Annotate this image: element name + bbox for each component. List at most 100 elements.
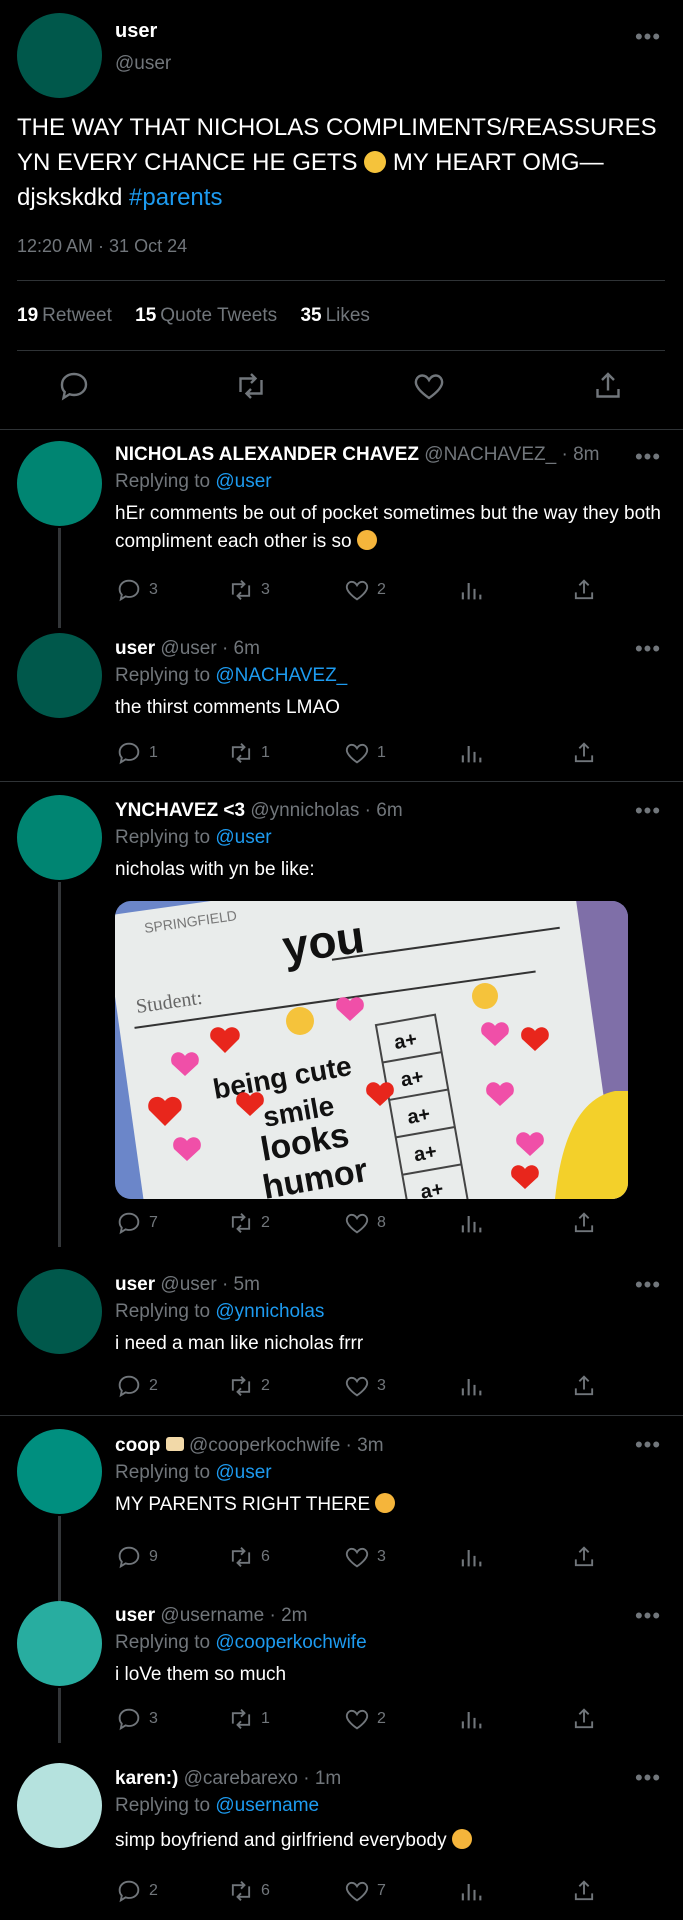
action-bar: 1 1 1 bbox=[115, 738, 605, 768]
retweet-button[interactable]: 3 bbox=[227, 575, 270, 605]
analytics-button[interactable] bbox=[457, 1876, 491, 1906]
like-button[interactable]: 2 bbox=[343, 1704, 386, 1734]
meme-grade: a+ bbox=[406, 1103, 432, 1129]
replying-prefix: Replying to bbox=[115, 1301, 211, 1322]
author-name[interactable]: NICHOLAS ALEXANDER CHAVEZ bbox=[115, 444, 419, 465]
author-handle[interactable]: @NACHAVEZ_ · 8m bbox=[424, 444, 599, 465]
like-count: 8 bbox=[377, 1214, 386, 1231]
author-name[interactable]: user bbox=[115, 638, 155, 659]
more-options-icon[interactable]: ••• bbox=[633, 1274, 663, 1300]
reply-button[interactable]: 3 bbox=[115, 575, 158, 605]
share-button[interactable] bbox=[570, 1542, 604, 1572]
reply-button[interactable]: 2 bbox=[115, 1371, 158, 1401]
like-button[interactable]: 7 bbox=[343, 1876, 386, 1906]
more-options-icon[interactable]: ••• bbox=[633, 1434, 663, 1460]
like-button[interactable]: 2 bbox=[343, 575, 386, 605]
author-handle[interactable]: @ynnicholas · 6m bbox=[250, 800, 402, 821]
analytics-button[interactable] bbox=[457, 1542, 491, 1572]
replying-to-link[interactable]: @username bbox=[215, 1795, 319, 1816]
more-options-icon[interactable]: ••• bbox=[633, 1767, 663, 1793]
retweet-count[interactable]: 19 bbox=[17, 305, 38, 326]
replying-to-link[interactable]: @cooperkochwife bbox=[215, 1632, 366, 1653]
retweet-button[interactable]: 6 bbox=[227, 1542, 270, 1572]
author-handle[interactable]: @user · 6m bbox=[160, 638, 260, 659]
analytics-button[interactable] bbox=[457, 1371, 491, 1401]
more-options-icon[interactable]: ••• bbox=[633, 446, 663, 472]
analytics-button[interactable] bbox=[457, 1704, 491, 1734]
tweet-timestamp[interactable]: 12:20 AM · 31 Oct 24 bbox=[17, 236, 187, 257]
reply-icon bbox=[118, 742, 140, 765]
share-button[interactable] bbox=[570, 1704, 604, 1734]
reply-header: user @username · 2m bbox=[115, 1605, 307, 1627]
retweet-button[interactable]: 2 bbox=[227, 1371, 270, 1401]
reply-tweet[interactable]: user @user · 6m ••• Replying to @NACHAVE… bbox=[0, 622, 683, 782]
author-handle[interactable]: @username · 2m bbox=[160, 1605, 307, 1626]
avatar[interactable] bbox=[17, 1601, 102, 1686]
reply-button[interactable]: 2 bbox=[115, 1876, 158, 1906]
retweet-button[interactable]: 1 bbox=[227, 738, 270, 768]
avatar[interactable] bbox=[17, 1763, 102, 1848]
more-options-icon[interactable]: ••• bbox=[633, 1605, 663, 1631]
avatar[interactable] bbox=[17, 633, 102, 718]
avatar[interactable] bbox=[17, 1269, 102, 1354]
meme-image[interactable]: SPRINGFIELD you Student: being cute smil… bbox=[115, 901, 628, 1199]
author-handle[interactable]: @user · 5m bbox=[160, 1274, 260, 1295]
retweet-label[interactable]: Retweet bbox=[42, 305, 112, 326]
more-options-icon[interactable]: ••• bbox=[633, 26, 663, 52]
share-button[interactable] bbox=[570, 1208, 604, 1238]
like-count[interactable]: 35 bbox=[300, 305, 321, 326]
quote-count[interactable]: 15 bbox=[135, 305, 156, 326]
quote-label[interactable]: Quote Tweets bbox=[160, 305, 277, 326]
author-name[interactable]: YNCHAVEZ <3 bbox=[115, 800, 245, 821]
replying-to-link[interactable]: @ynnicholas bbox=[215, 1301, 324, 1322]
author-name[interactable]: karen:) bbox=[115, 1768, 178, 1789]
reply-button[interactable]: 7 bbox=[115, 1208, 158, 1238]
retweet-button[interactable]: 2 bbox=[227, 1208, 270, 1238]
share-button[interactable] bbox=[570, 738, 604, 768]
analytics-button[interactable] bbox=[457, 1208, 491, 1238]
author-handle[interactable]: @cooperkochwife · 3m bbox=[189, 1435, 384, 1456]
like-button[interactable]: 8 bbox=[343, 1208, 386, 1238]
replying-to-link[interactable]: @user bbox=[215, 471, 271, 492]
like-button[interactable]: 1 bbox=[343, 738, 386, 768]
reply-tweet[interactable]: karen:) @carebarexo · 1m ••• Replying to… bbox=[0, 1745, 683, 1920]
reply-button[interactable]: 9 bbox=[115, 1542, 158, 1572]
retweet-icon[interactable] bbox=[233, 368, 269, 404]
reply-tweet[interactable]: user @username · 2m ••• Replying to @coo… bbox=[0, 1583, 683, 1748]
reply-button[interactable]: 3 bbox=[115, 1704, 158, 1734]
author-name[interactable]: user bbox=[115, 20, 157, 43]
like-icon[interactable] bbox=[411, 368, 447, 404]
reply-icon[interactable] bbox=[56, 368, 92, 404]
author-handle[interactable]: @user bbox=[115, 53, 171, 75]
reply-text: nicholas with yn be like: bbox=[115, 859, 315, 880]
share-button[interactable] bbox=[570, 575, 604, 605]
more-options-icon[interactable]: ••• bbox=[633, 638, 663, 664]
analytics-button[interactable] bbox=[457, 575, 491, 605]
replying-to-link[interactable]: @user bbox=[215, 1462, 271, 1483]
like-icon bbox=[345, 1376, 369, 1397]
share-button[interactable] bbox=[570, 1876, 604, 1906]
like-label[interactable]: Likes bbox=[326, 305, 370, 326]
like-button[interactable]: 3 bbox=[343, 1542, 386, 1572]
avatar[interactable] bbox=[17, 795, 102, 880]
author-handle[interactable]: @carebarexo · 1m bbox=[184, 1768, 342, 1789]
author-name[interactable]: user bbox=[115, 1274, 155, 1295]
avatar[interactable] bbox=[17, 1429, 102, 1514]
share-icon[interactable] bbox=[590, 368, 626, 404]
author-name[interactable]: coop bbox=[115, 1435, 160, 1456]
replying-to-link[interactable]: @NACHAVEZ_ bbox=[215, 665, 347, 686]
more-options-icon[interactable]: ••• bbox=[633, 800, 663, 826]
avatar[interactable] bbox=[17, 441, 102, 526]
author-name[interactable]: user bbox=[115, 1605, 155, 1626]
reply-button[interactable]: 1 bbox=[115, 738, 158, 768]
hashtag-link[interactable]: #parents bbox=[129, 184, 222, 211]
avatar[interactable] bbox=[17, 13, 102, 98]
replying-to-link[interactable]: @user bbox=[215, 827, 271, 848]
retweet-button[interactable]: 1 bbox=[227, 1704, 270, 1734]
like-button[interactable]: 3 bbox=[343, 1371, 386, 1401]
share-button[interactable] bbox=[570, 1371, 604, 1401]
reply-tweet[interactable]: user @user · 5m ••• Replying to @ynnicho… bbox=[0, 1250, 683, 1415]
analytics-button[interactable] bbox=[457, 738, 491, 768]
retweet-button[interactable]: 6 bbox=[227, 1876, 270, 1906]
reply-tweet[interactable]: coop @cooperkochwife · 3m ••• Replying t… bbox=[0, 1416, 683, 1601]
